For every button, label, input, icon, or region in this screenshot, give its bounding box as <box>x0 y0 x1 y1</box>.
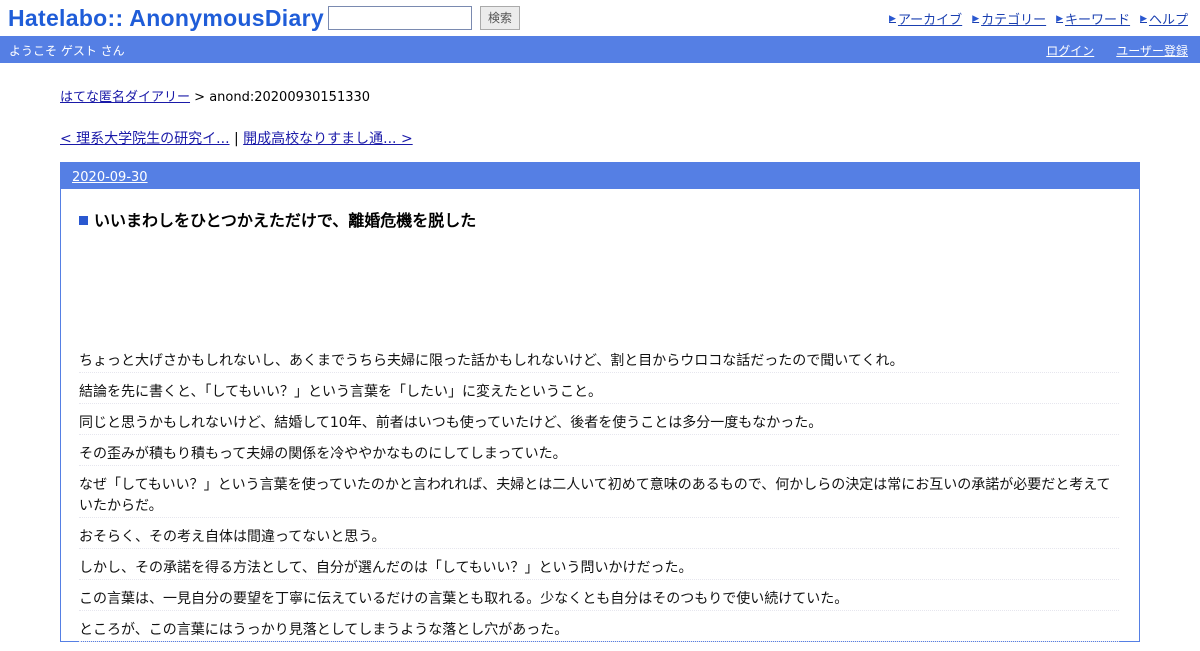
chevron-right-icon: ▶ <box>1140 13 1147 24</box>
login-link[interactable]: ログイン <box>1046 42 1094 59</box>
day-header: 2020-09-30 <box>61 163 1139 189</box>
day-section: 2020-09-30 いいまわしをひとつかえただけで、離婚危機を脱した ちょっと… <box>60 162 1140 642</box>
body-paragraph: 同じと思うかもしれないけど、結婚して10年、前者はいつも使っていたけど、後者を使… <box>79 413 1119 435</box>
body-paragraph: おそらく、その考え自体は間違ってないと思う。 <box>79 527 1119 549</box>
nav-archive[interactable]: ▶ アーカイブ <box>889 9 962 28</box>
day-date-link[interactable]: 2020-09-30 <box>72 170 148 185</box>
site-logo[interactable]: Hatelabo:: AnonymousDiary <box>8 4 324 32</box>
top-nav: ▶ アーカイブ ▶ カテゴリー ▶ キーワード ▶ ヘルプ <box>889 9 1188 28</box>
body-paragraph: しかし、その承諾を得る方法として、自分が選んだのは「してもいい？」という問いかけ… <box>79 558 1119 580</box>
register-link[interactable]: ユーザー登録 <box>1116 42 1188 59</box>
pager-separator: | <box>233 131 239 147</box>
body-paragraph: この言葉は、一見自分の要望を丁寧に伝えているだけの言葉とも取れる。少なくとも自分… <box>79 589 1119 611</box>
body-paragraph: その歪みが積もり積もって夫婦の関係を冷ややかなものにしてしまっていた。 <box>79 444 1119 466</box>
next-entry-link[interactable]: 開成高校なりすまし通... > <box>243 131 413 147</box>
entry-title-text: いいまわしをひとつかえただけで、離婚危機を脱した <box>94 211 477 230</box>
welcome-text: ようこそ ゲスト さん <box>9 44 125 58</box>
search-button[interactable]: 検索 <box>480 6 520 30</box>
nav-help[interactable]: ▶ ヘルプ <box>1140 9 1188 28</box>
square-icon <box>79 215 88 225</box>
account-links: ログイン ユーザー登録 <box>1046 42 1188 59</box>
breadcrumb-current: anond:20200930151330 <box>209 90 371 105</box>
body-paragraph: 結論を先に書くと、「してもいい？」という言葉を「したい」に変えたということ。 <box>79 382 1119 404</box>
chevron-right-icon: ▶ <box>889 13 896 24</box>
search-input[interactable] <box>328 6 472 30</box>
breadcrumb-separator: > <box>194 90 206 105</box>
entry-title: いいまわしをひとつかえただけで、離婚危機を脱した <box>79 207 476 231</box>
nav-category[interactable]: ▶ カテゴリー <box>972 9 1046 28</box>
body-paragraph: ちょっと大げさかもしれないし、あくまでうちら夫婦に限った話かもしれないけど、割と… <box>79 351 1119 373</box>
prev-entry-link[interactable]: < 理系大学院生の研究イ... <box>60 131 230 147</box>
chevron-right-icon: ▶ <box>972 13 980 24</box>
chevron-right-icon: ▶ <box>1056 13 1064 24</box>
entry-permalink-icon[interactable] <box>79 210 94 229</box>
breadcrumb: はてな匿名ダイアリー > anond:20200930151330 <box>60 86 370 105</box>
body-paragraph: なぜ「してもいい？」という言葉を使っていたのかと言われれば、夫婦とは二人いて初め… <box>79 475 1119 518</box>
body-paragraph: ところが、この言葉にはうっかり見落としてしまうような落とし穴があった。 <box>79 620 1119 642</box>
welcome-bar: ようこそ ゲスト さん ログイン ユーザー登録 <box>0 36 1200 63</box>
top-header: Hatelabo:: AnonymousDiary 検索 ▶ アーカイブ ▶ カテゴ… <box>0 0 1200 36</box>
entry-pager: < 理系大学院生の研究イ... | 開成高校なりすまし通... > <box>60 128 413 148</box>
nav-keyword[interactable]: ▶ キーワード <box>1056 9 1130 28</box>
entry-body: ちょっと大げさかもしれないし、あくまでうちら夫婦に限った話かもしれないけど、割と… <box>79 351 1119 651</box>
breadcrumb-root-link[interactable]: はてな匿名ダイアリー <box>60 90 190 105</box>
